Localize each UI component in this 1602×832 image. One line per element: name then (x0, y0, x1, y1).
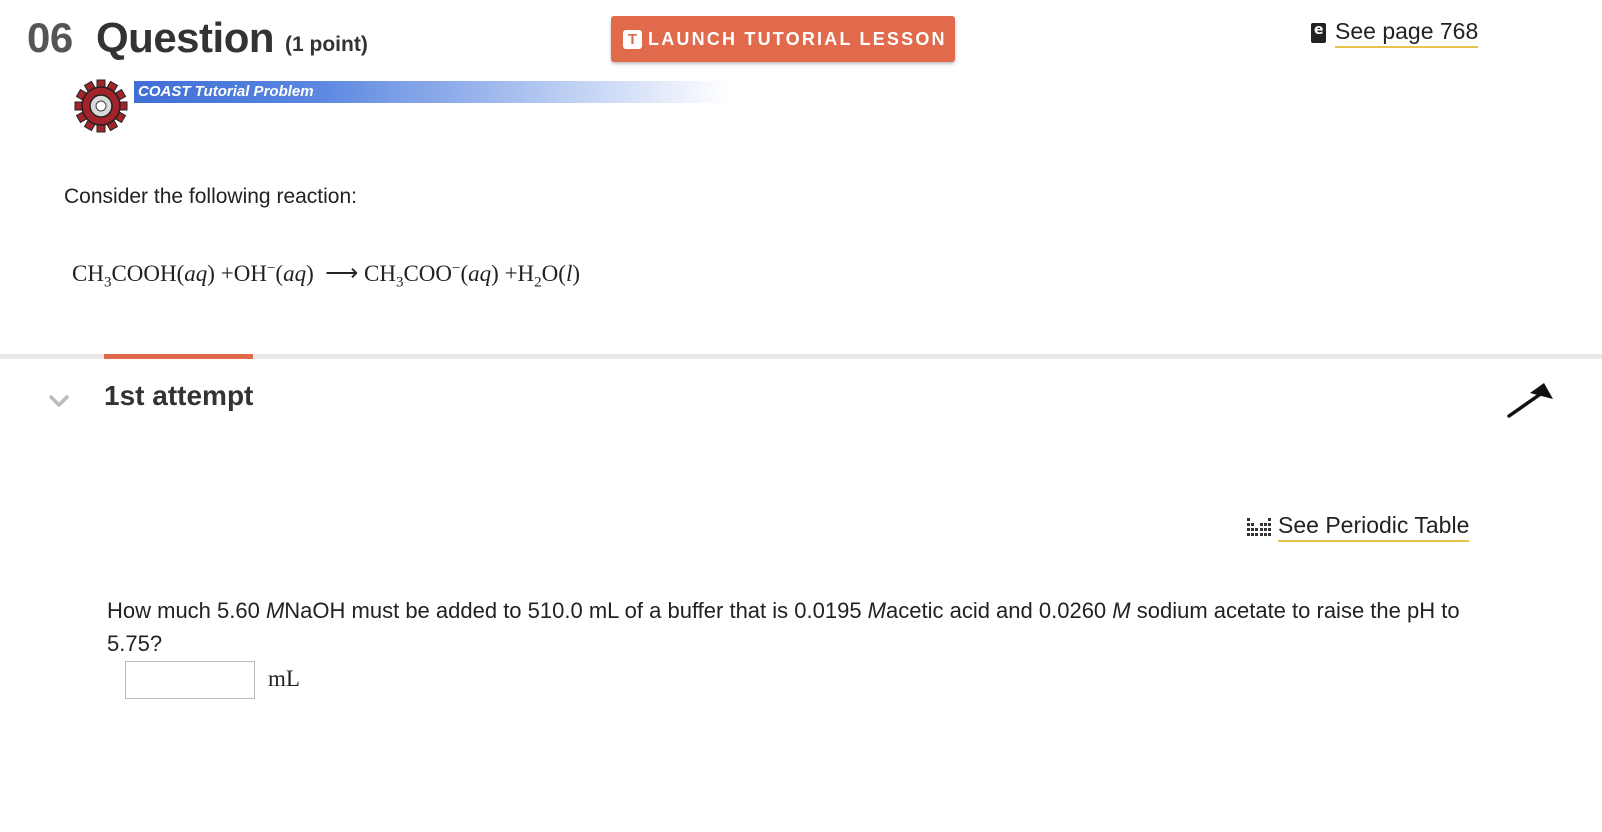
periodic-table-icon (1247, 518, 1271, 536)
reaction-arrow: ⟶ (325, 260, 359, 286)
answer-input[interactable] (125, 661, 255, 699)
attempt-title: 1st attempt (104, 380, 254, 411)
plus-sign: + (504, 260, 518, 286)
see-periodic-table-link[interactable]: See Periodic Table (1247, 512, 1470, 542)
mouse-cursor-icon (1507, 383, 1553, 418)
question-title: Question (96, 14, 275, 61)
launch-tutorial-label: LAUNCH TUTORIAL LESSON (648, 28, 947, 49)
launch-tutorial-button[interactable]: T LAUNCH TUTORIAL LESSON (611, 16, 955, 62)
see-periodic-table-label: See Periodic Table (1278, 512, 1470, 542)
gear-icon (74, 79, 128, 133)
plus-sign: + (220, 260, 234, 286)
attempt-tab-indicator (104, 354, 253, 359)
product-water: H2O(l) (517, 260, 581, 291)
reactant-acetic-acid: CH3COOH(aq) (72, 260, 215, 291)
ebook-icon (1311, 22, 1326, 43)
question-text: How much 5.60 MNaOH must be added to 510… (107, 598, 1460, 656)
coast-banner-text: COAST Tutorial Problem (138, 83, 314, 100)
reaction-equation: CH3COOH(aq) +OH−(aq) ⟶ CH3COO−(aq) +H2O(… (72, 260, 580, 291)
see-page-link[interactable]: See page 768 (1311, 18, 1479, 48)
tutorial-icon: T (623, 29, 642, 49)
problem-intro: Consider the following reaction: (64, 185, 357, 208)
answer-unit: mL (268, 666, 300, 691)
see-page-label: See page 768 (1335, 18, 1479, 48)
chevron-down-icon[interactable] (48, 390, 70, 412)
question-number: 06 (27, 14, 73, 61)
reactant-hydroxide: OH−(aq) (233, 260, 314, 286)
question-points: (1 point) (285, 33, 368, 56)
product-acetate: CH3COO−(aq) (363, 260, 499, 291)
